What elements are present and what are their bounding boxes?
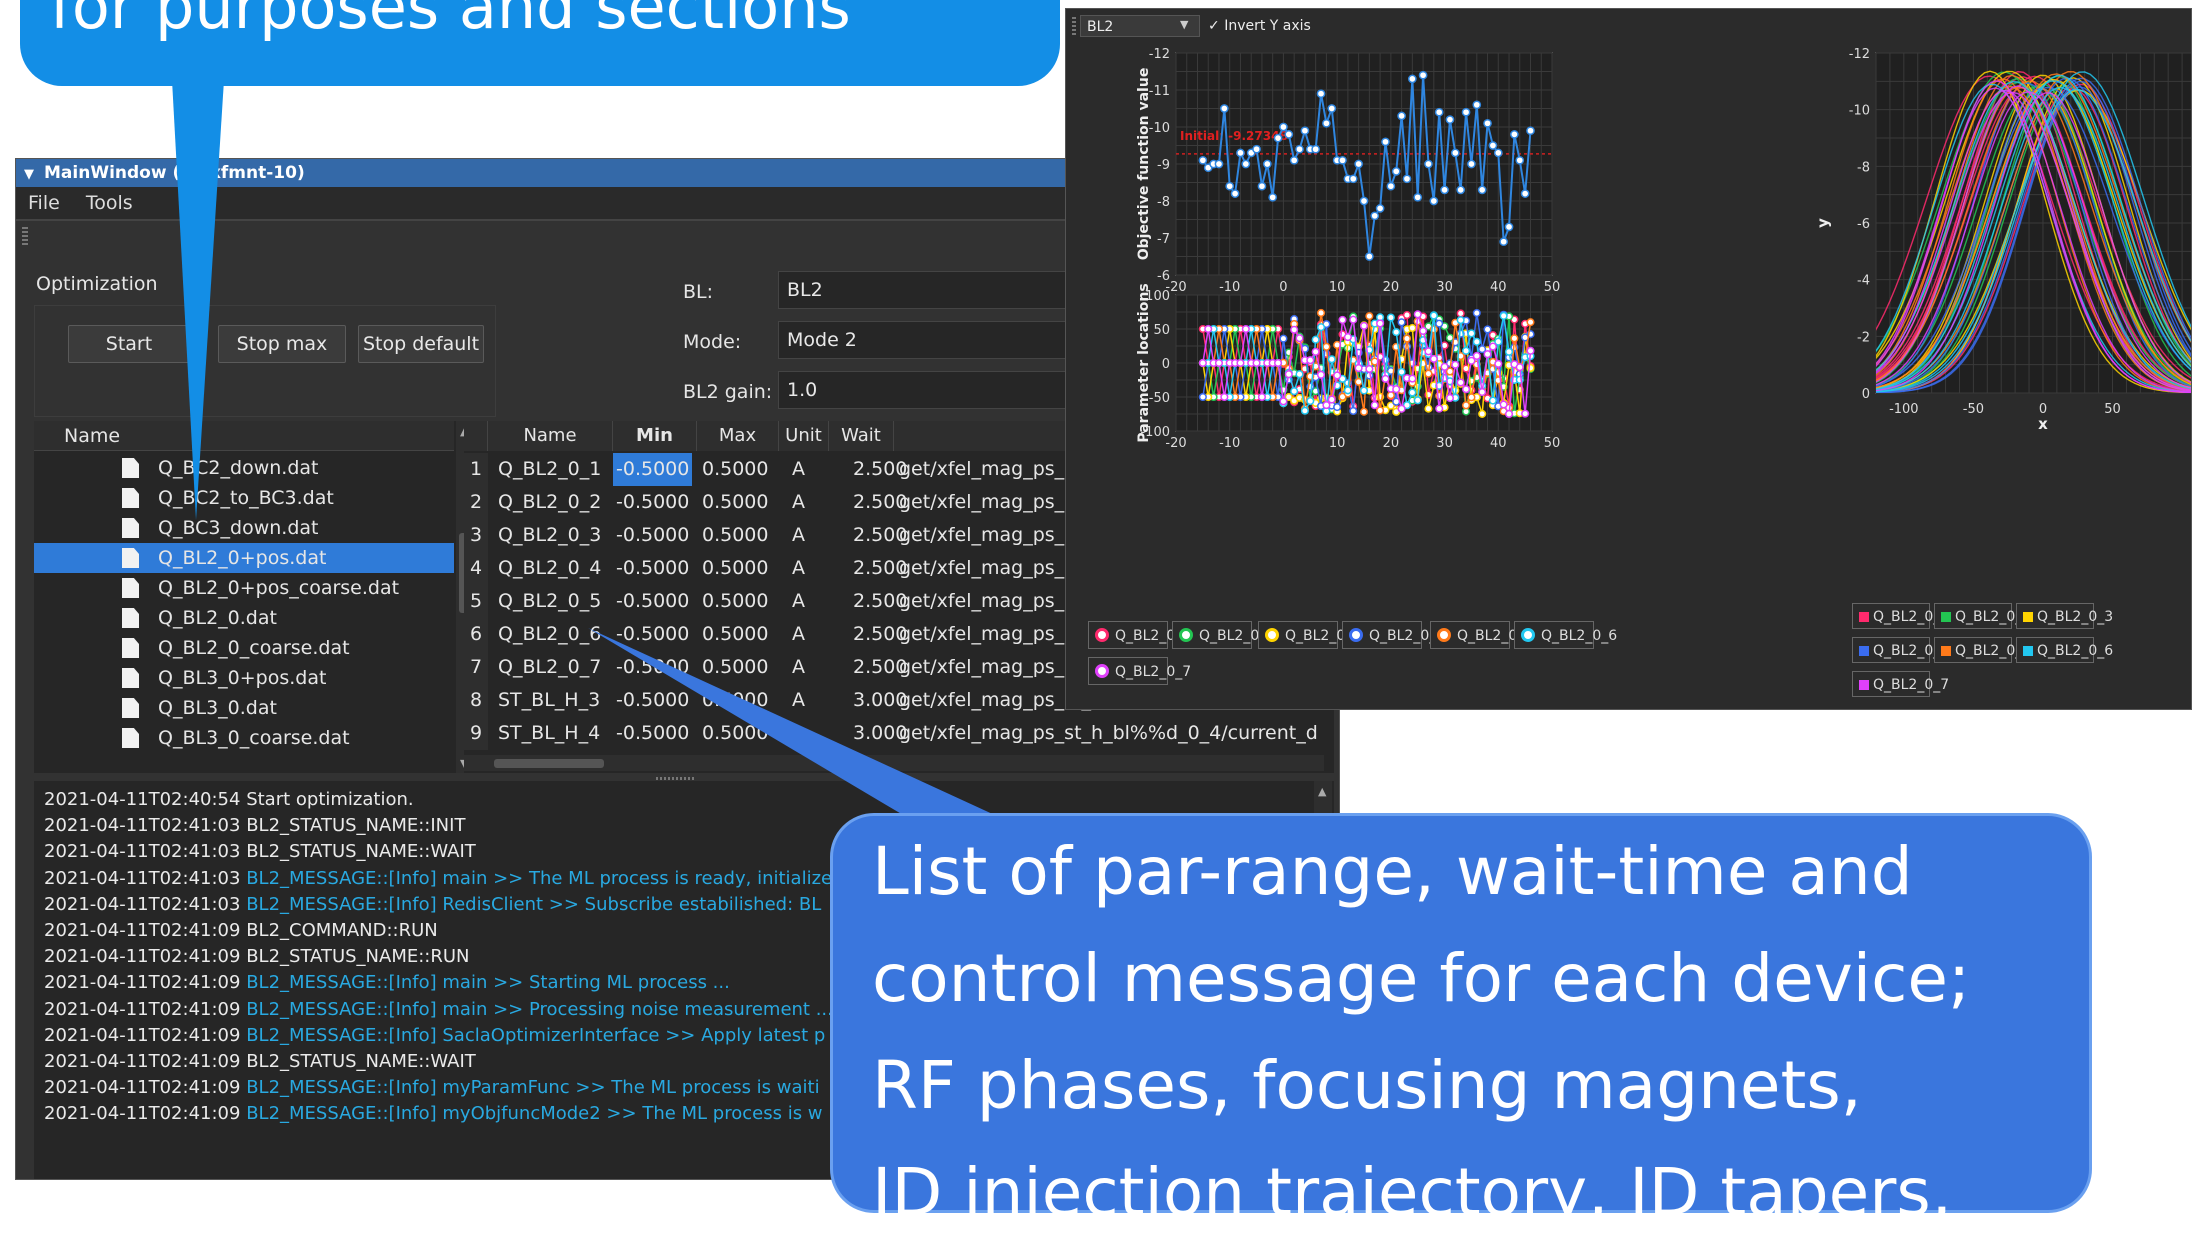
callout-line: ID injection trajectory, ID tapers, — [872, 1154, 1952, 1231]
callout-line: RF phases, focusing magnets, — [872, 1047, 1862, 1124]
callout-line: List of par-range, wait-time and — [872, 833, 1913, 910]
callout-top-pointer — [172, 80, 224, 520]
callout-bottom-text: List of par-range, wait-time and control… — [872, 818, 2172, 1246]
callout-top-text: for purposes and sections — [50, 0, 851, 43]
callout-line: control message for each device; — [872, 940, 1971, 1017]
